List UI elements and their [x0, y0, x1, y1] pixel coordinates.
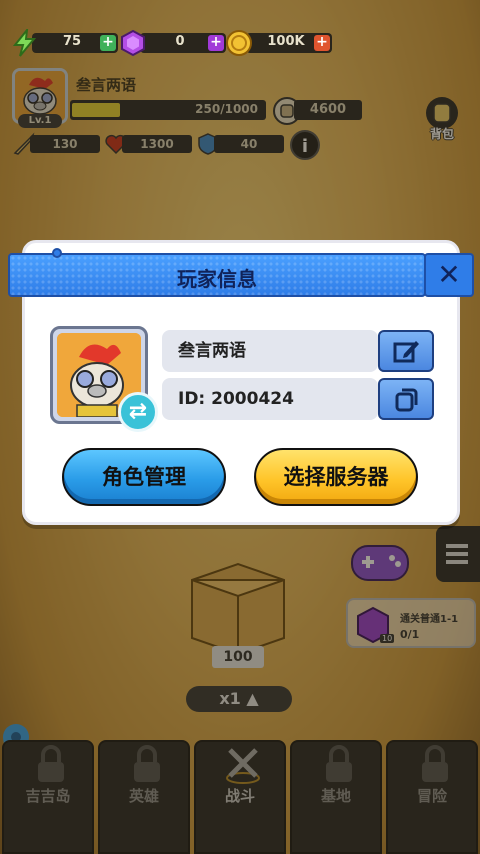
modal-title: 玩家信息 [177, 267, 257, 291]
lightning-icon [10, 28, 40, 58]
energy-value: 75 [62, 34, 82, 49]
swap-arrows-icon: ⇄ [128, 399, 148, 424]
gem-plus-button[interactable]: + [208, 35, 224, 51]
coin-plus-button[interactable]: + [314, 35, 330, 51]
gem-value: 0 [175, 34, 185, 49]
energy-counter: 75 + [10, 28, 118, 58]
copy-icon [395, 388, 418, 412]
edit-name-button[interactable] [378, 330, 434, 372]
modal-header: 玩家信息 [8, 253, 426, 297]
change-avatar-button[interactable]: ⇄ [118, 392, 158, 432]
copy-id-button[interactable] [378, 378, 434, 420]
coin-icon [224, 28, 254, 58]
header-rivet [52, 248, 62, 258]
coin-value: 100K [267, 34, 305, 49]
select-server-button[interactable]: 选择服务器 [254, 448, 418, 506]
id-field: ID: 2000424 [162, 378, 378, 420]
name-field: 叁言两语 [162, 330, 378, 372]
close-icon: ✕ [437, 258, 461, 291]
character-management-button[interactable]: 角色管理 [62, 448, 226, 506]
edit-icon [393, 341, 419, 363]
close-button[interactable]: ✕ [424, 253, 474, 297]
gem-icon [118, 28, 148, 58]
energy-plus-button[interactable]: + [100, 35, 116, 51]
gem-counter: 0 + [118, 28, 226, 58]
coin-counter: 100K + [224, 28, 332, 58]
